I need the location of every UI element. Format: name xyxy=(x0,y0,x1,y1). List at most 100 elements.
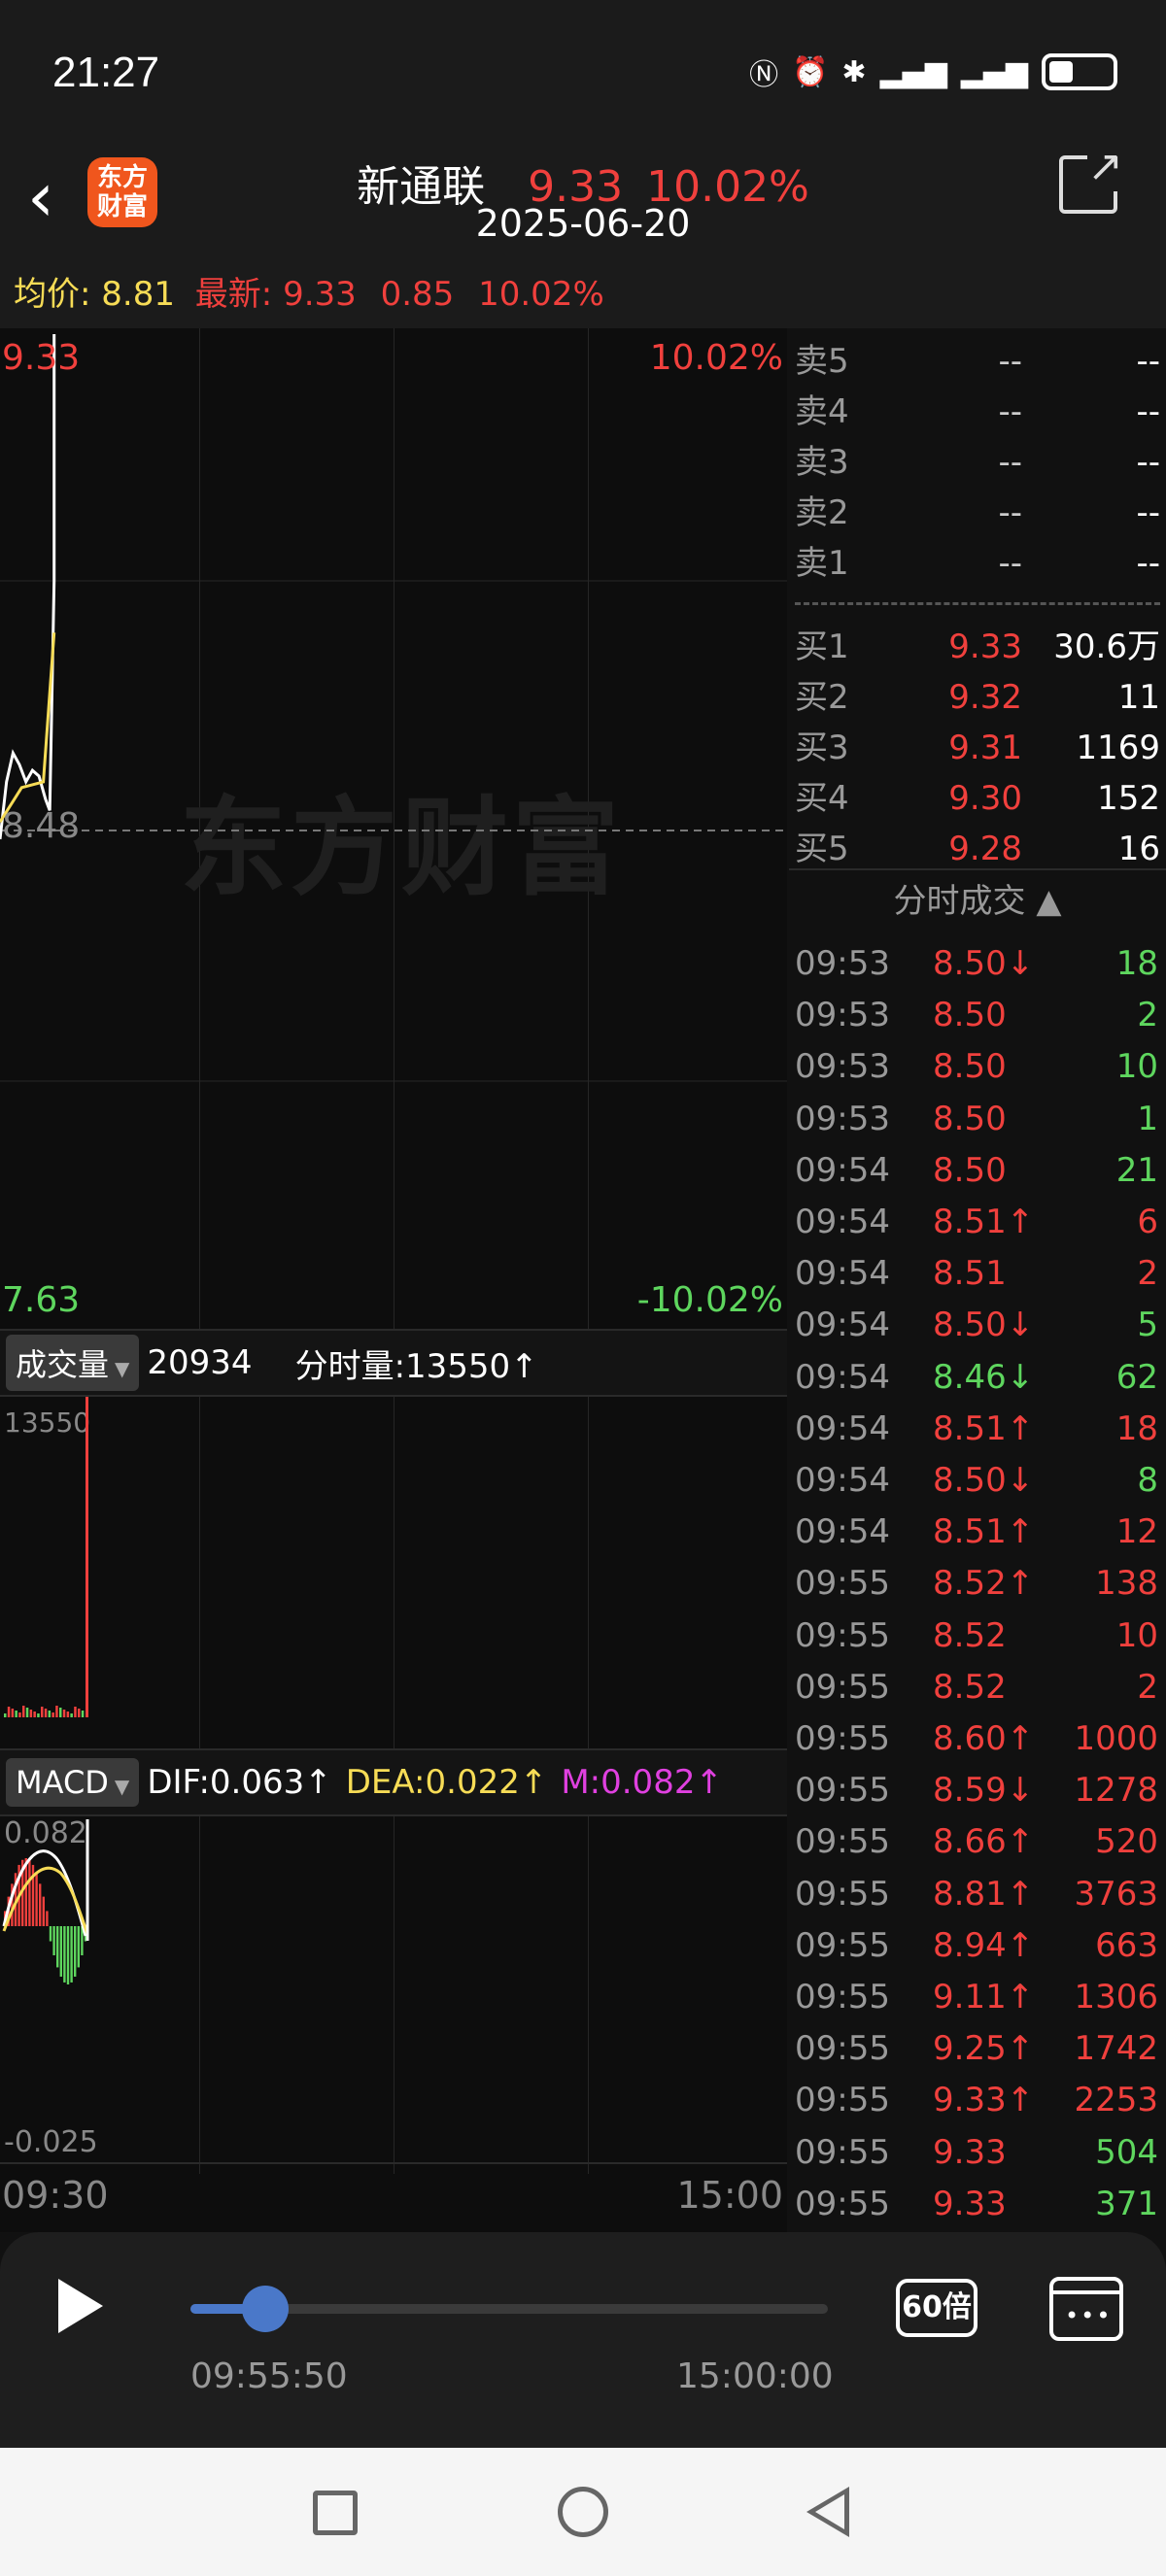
book-separator xyxy=(795,602,1160,605)
trade-time: 09:55 xyxy=(795,2029,890,2069)
trade-volume: 10 xyxy=(1115,1615,1158,1655)
trade-time: 09:55 xyxy=(795,1667,890,1707)
buy-price: 9.33 xyxy=(948,627,1022,666)
playback-knob[interactable] xyxy=(242,2286,290,2332)
buy-row: 买5 9.28 16 xyxy=(789,824,1166,874)
trade-price: 8.50↓ xyxy=(933,1461,1035,1500)
buy-level-label: 买1 xyxy=(795,627,849,666)
sell-price: -- xyxy=(998,443,1022,482)
sell-price: -- xyxy=(998,544,1022,583)
volume-bar xyxy=(25,1708,29,1717)
trade-time: 09:54 xyxy=(795,1357,890,1397)
macd-bar xyxy=(59,1926,62,1977)
trade-volume: 371 xyxy=(1095,2184,1158,2223)
calendar-icon[interactable] xyxy=(1049,2277,1123,2341)
trade-time: 09:54 xyxy=(795,1305,890,1345)
intraday-chart-area[interactable]: 东方财富 9.33 10.02% 8.48 7.63 -10.02% 成交量 ▼ … xyxy=(0,328,787,2232)
volume-bar xyxy=(11,1709,15,1717)
trade-row: 09:55 8.60↑ 1000 xyxy=(789,1713,1166,1765)
divider xyxy=(789,868,1166,870)
trade-volume: 6 xyxy=(1137,1203,1158,1241)
sell-row: 卖1 -- -- xyxy=(789,538,1166,589)
price-info-line: 均价: 8.81 最新: 9.33 0.85 10.02% xyxy=(0,260,1166,328)
buy-row: 买1 9.33 30.6万 xyxy=(789,622,1166,672)
sell-row: 卖4 -- -- xyxy=(789,387,1166,437)
trade-time: 09:54 xyxy=(795,1150,890,1190)
macd-dif: DIF:0.063↑ xyxy=(147,1763,332,1802)
caret-down-icon: ▼ xyxy=(115,1357,130,1380)
volume-bar xyxy=(59,1708,62,1717)
trade-volume: 1306 xyxy=(1074,1978,1158,2017)
trade-price: 8.50 xyxy=(933,1150,1007,1190)
trade-time: 09:55 xyxy=(795,1874,890,1914)
trade-row: 09:53 8.50↓ 18 xyxy=(789,938,1166,990)
trade-price: 8.59↓ xyxy=(933,1771,1035,1811)
trades-header[interactable]: 分时成交 ▲ xyxy=(789,874,1166,922)
status-icons: Ⓝ ⏰ ✱ ▂▄▆ ▂▄▆ xyxy=(749,51,1117,93)
macd-dea: DEA:0.022↑ xyxy=(345,1763,548,1802)
trade-row: 09:54 8.51↑ 6 xyxy=(789,1197,1166,1248)
trade-price: 8.66↑ xyxy=(933,1822,1035,1862)
trade-time: 09:55 xyxy=(795,1978,890,2017)
volume-bar xyxy=(15,1711,17,1717)
bluetooth-icon: ✱ xyxy=(841,54,867,89)
macd-bar xyxy=(46,1911,49,1926)
sell-row: 卖3 -- -- xyxy=(789,437,1166,488)
volume-bar xyxy=(81,1711,85,1717)
trade-row: 09:55 9.25↑ 1742 xyxy=(789,2023,1166,2075)
sell-row: 卖2 -- -- xyxy=(789,488,1166,538)
trade-time: 09:55 xyxy=(795,1822,890,1862)
time-end-label: 15:00 xyxy=(676,2174,783,2217)
nav-back-icon[interactable] xyxy=(806,2487,849,2537)
buy-price: 9.32 xyxy=(948,678,1022,717)
macd-bar xyxy=(28,1859,31,1926)
buy-price: 9.31 xyxy=(948,729,1022,767)
trade-price: 8.50↓ xyxy=(933,944,1035,983)
volume-bar xyxy=(18,1712,21,1717)
sell-row: 卖5 -- -- xyxy=(789,336,1166,387)
trade-time: 09:54 xyxy=(795,1512,890,1552)
trade-row: 09:54 8.50↓ 8 xyxy=(789,1455,1166,1507)
volume-bar xyxy=(44,1709,48,1717)
recent-apps-icon[interactable] xyxy=(313,2491,358,2535)
header: ‹ 东方 财富 新通联 9.33 10.02% 2025-06-20 xyxy=(0,142,1166,260)
macd-indicator-selector[interactable]: MACD ▼ xyxy=(6,1758,140,1807)
trade-date: 2025-06-20 xyxy=(475,202,691,245)
trade-price: 8.81↑ xyxy=(933,1874,1035,1914)
signal-5g-icon: ▂▄▆ xyxy=(960,54,1028,89)
macd-bar xyxy=(24,1858,27,1926)
trade-price: 8.51↑ xyxy=(933,1408,1035,1448)
price-mid-label: 8.48 xyxy=(2,806,81,846)
trade-volume: 520 xyxy=(1095,1822,1158,1862)
sell-price: -- xyxy=(998,342,1022,381)
speed-button[interactable]: 60倍 xyxy=(896,2279,977,2337)
trade-volume: 2 xyxy=(1137,1254,1158,1294)
trade-price: 8.50 xyxy=(933,996,1007,1035)
macd-bar xyxy=(39,1883,42,1926)
trade-row: 09:53 8.50 10 xyxy=(789,1041,1166,1093)
buy-volume: 16 xyxy=(1117,830,1160,868)
trade-row: 09:55 8.52 10 xyxy=(789,1610,1166,1662)
price-top-label: 9.33 xyxy=(2,338,81,378)
trade-row: 09:55 8.94↑ 663 xyxy=(789,1920,1166,1972)
trade-row: 09:55 8.52 2 xyxy=(789,1662,1166,1713)
trade-volume: 663 xyxy=(1095,1925,1158,1965)
volume-bar xyxy=(7,1707,11,1717)
play-icon[interactable] xyxy=(58,2279,103,2333)
volume-indicator-selector[interactable]: 成交量 ▼ xyxy=(6,1335,140,1391)
trade-volume: 2 xyxy=(1137,996,1158,1035)
share-icon[interactable] xyxy=(1059,142,1123,214)
trade-volume: 504 xyxy=(1095,2132,1158,2172)
trade-price: 8.50 xyxy=(933,1099,1007,1138)
home-icon[interactable] xyxy=(558,2487,608,2537)
sell-level-label: 卖4 xyxy=(795,392,849,431)
trade-volume: 1000 xyxy=(1074,1719,1158,1758)
trade-volume: 138 xyxy=(1095,1564,1158,1604)
price-chart xyxy=(0,334,787,1082)
status-bar: 21:27 Ⓝ ⏰ ✱ ▂▄▆ ▂▄▆ xyxy=(0,0,1166,146)
caret-down-icon: ▼ xyxy=(114,1775,130,1798)
trade-time: 09:53 xyxy=(795,1099,890,1138)
trade-price: 9.33↑ xyxy=(933,2081,1035,2120)
macd-bar xyxy=(49,1926,52,1942)
volume-bar xyxy=(62,1710,66,1717)
